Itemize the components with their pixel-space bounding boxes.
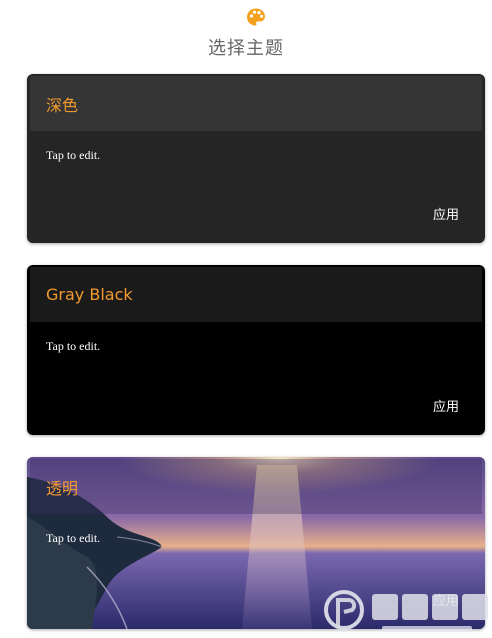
card-body-text[interactable]: Tap to edit. (46, 148, 100, 163)
page-title: 选择主题 (208, 38, 284, 59)
j9p-logo-icon (324, 590, 488, 632)
theme-card-gray-black[interactable]: Gray Black Tap to edit. 应用 (27, 265, 485, 435)
card-header: 深色 (30, 76, 482, 131)
card-title: 透明 (46, 478, 79, 498)
card-header: Gray Black (30, 267, 482, 322)
card-body-text[interactable]: Tap to edit. (46, 339, 100, 354)
theme-card-dark[interactable]: 深色 Tap to edit. 应用 (27, 74, 485, 243)
apply-button[interactable]: 应用 (433, 204, 459, 223)
dialog-header: 选择主题 (0, 0, 492, 70)
card-body-text[interactable]: Tap to edit. (46, 531, 100, 546)
apply-button[interactable]: 应用 (433, 396, 459, 415)
card-title: Gray Black (46, 285, 133, 304)
palette-icon (247, 8, 265, 26)
card-title: 深色 (46, 95, 79, 115)
card-header: 透明 (30, 459, 482, 514)
